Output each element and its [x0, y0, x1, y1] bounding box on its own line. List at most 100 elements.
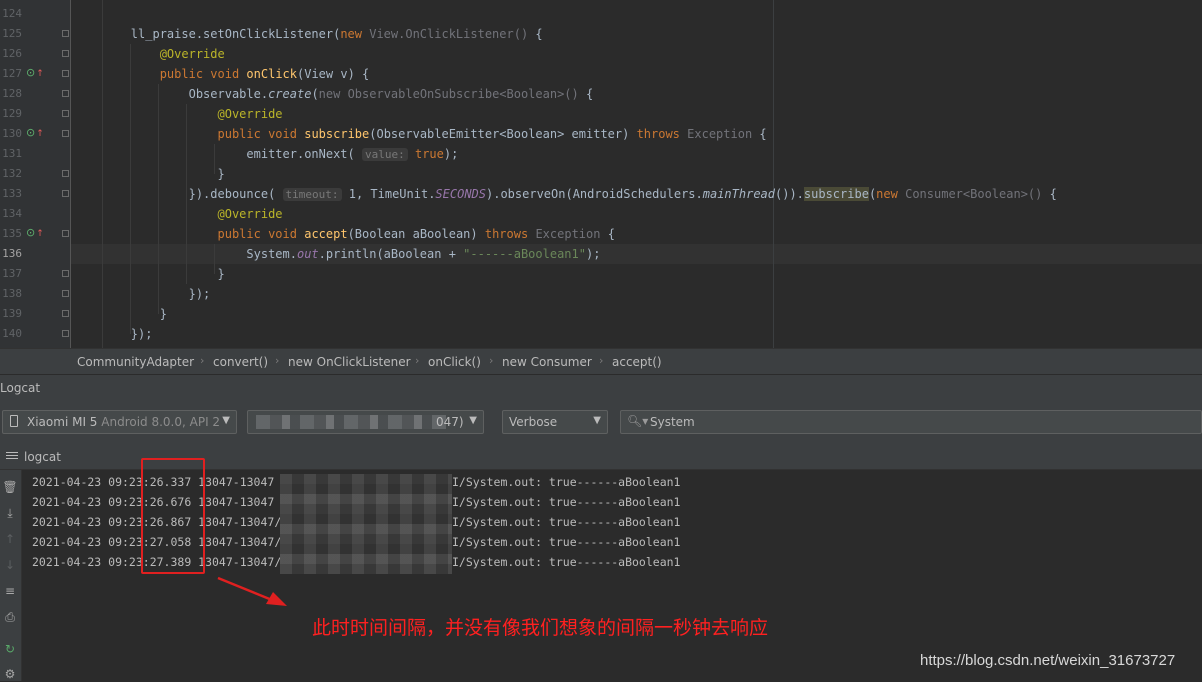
- search-input[interactable]: 🔍︎▾ System: [620, 410, 1202, 434]
- search-value: System: [650, 415, 695, 429]
- line-number-row: 139: [0, 304, 70, 324]
- code-line: public void onClick(View v) {: [159, 67, 370, 81]
- fold-icon[interactable]: [62, 50, 69, 57]
- line-number-row: 135 ⊙↑: [0, 224, 70, 244]
- device-detail: Android 8.0.0, API 2: [101, 415, 221, 429]
- fold-icon[interactable]: [62, 90, 69, 97]
- fold-icon[interactable]: [62, 270, 69, 277]
- settings-icon[interactable]: ⚙︎: [2, 666, 18, 682]
- log-level-select[interactable]: Verbose ▼: [502, 410, 608, 434]
- fold-icon[interactable]: [62, 190, 69, 197]
- fold-icon[interactable]: [62, 330, 69, 337]
- code-line: }).debounce( timeout: 1, TimeUnit.SECOND…: [73, 187, 1057, 201]
- redacted-process-name: [256, 415, 446, 429]
- breadcrumb-item[interactable]: onClick(): [428, 355, 481, 369]
- gutter-divider: [70, 0, 71, 348]
- right-margin-guide: [773, 0, 774, 348]
- logcat-toolbar: Xiaomi MI 5 Android 8.0.0, API 2 ▼ 047) …: [0, 400, 1202, 444]
- print-icon[interactable]: ⎙: [2, 609, 18, 625]
- device-name: Xiaomi MI 5: [27, 415, 98, 429]
- search-icon: 🔍︎▾: [627, 414, 649, 428]
- fold-icon[interactable]: [62, 110, 69, 117]
- line-number-row: 127 ⊙↑: [0, 64, 70, 84]
- line-number-row: 137: [0, 264, 70, 284]
- fold-icon[interactable]: [62, 230, 69, 237]
- breadcrumb-item[interactable]: convert(): [213, 355, 268, 369]
- breadcrumb-item[interactable]: CommunityAdapter: [77, 355, 194, 369]
- logcat-side-toolbar: 🗑︎ ⤓ ↑ ↓ ≡ ⎙ ↻ ⚙︎: [0, 470, 22, 681]
- code-line: }: [73, 307, 167, 321]
- device-select[interactable]: Xiaomi MI 5 Android 8.0.0, API 2 ▼: [2, 410, 237, 434]
- line-number-row: 133: [0, 184, 70, 204]
- override-icon[interactable]: ⊙↑: [26, 66, 44, 79]
- soft-wrap-icon[interactable]: ≡: [2, 583, 18, 599]
- line-number-row: 130 ⊙↑: [0, 124, 70, 144]
- code-line: }: [73, 267, 225, 281]
- line-number-row: 128: [0, 84, 70, 104]
- code-line: public void accept(Boolean aBoolean) thr…: [217, 227, 615, 241]
- line-number: 139: [2, 307, 22, 320]
- line-number: 133: [2, 187, 22, 200]
- code-line: @Override: [217, 107, 283, 121]
- line-number-row: 125: [0, 24, 70, 44]
- code-line: @Override: [217, 207, 283, 221]
- line-number: 129: [2, 107, 22, 120]
- code-line: }: [73, 167, 225, 181]
- fold-icon[interactable]: [62, 310, 69, 317]
- fold-icon[interactable]: [62, 130, 69, 137]
- line-number: 137: [2, 267, 22, 280]
- annotation-text: 此时时间间隔，并没有像我们想象的间隔一秒钟去响应: [312, 617, 769, 639]
- chevron-right-icon: ›: [415, 354, 420, 367]
- process-id: 047): [436, 415, 464, 429]
- line-number-row: 134: [0, 204, 70, 224]
- breadcrumb-item[interactable]: new Consumer: [502, 355, 592, 369]
- chevron-right-icon: ›: [489, 354, 494, 367]
- line-number: 131: [2, 147, 22, 160]
- code-line: System.out.println(aBoolean + "------aBo…: [73, 247, 601, 261]
- code-line: Observable.create(new ObservableOnSubscr…: [73, 87, 594, 101]
- panel-title: Logcat: [0, 381, 41, 395]
- line-number: 126: [2, 47, 22, 60]
- chevron-right-icon: ›: [275, 354, 280, 367]
- code-line: emitter.onNext( value: true);: [73, 147, 459, 161]
- process-select[interactable]: 047) ▼: [247, 410, 484, 434]
- line-number: 124: [2, 7, 22, 20]
- restart-icon[interactable]: ↻: [2, 641, 18, 657]
- line-number-row: 129: [0, 104, 70, 124]
- scroll-to-end-icon[interactable]: ⤓: [2, 505, 18, 521]
- code-line: @Override: [159, 47, 225, 61]
- breadcrumb-item[interactable]: new OnClickListener: [288, 355, 411, 369]
- trash-icon[interactable]: 🗑︎: [2, 479, 18, 495]
- line-number-row: 138: [0, 284, 70, 304]
- up-arrow-icon[interactable]: ↑: [2, 531, 18, 547]
- fold-icon[interactable]: [62, 70, 69, 77]
- log-line-message: I/System.out: true------aBoolean1: [452, 555, 681, 569]
- fold-icon[interactable]: [62, 290, 69, 297]
- line-number: 138: [2, 287, 22, 300]
- lines-icon: [6, 452, 18, 460]
- code-editor[interactable]: 124 125 126 127 ⊙↑ 128 129 130 ⊙↑ 131 132 133 134 135…: [0, 0, 1202, 348]
- line-number: 132: [2, 167, 22, 180]
- dropdown-arrow-icon: ▼: [593, 415, 601, 426]
- log-line-message: I/System.out: true------aBoolean1: [452, 495, 681, 509]
- log-line-message: I/System.out: true------aBoolean1: [452, 535, 681, 549]
- tab-logcat[interactable]: logcat: [24, 450, 61, 464]
- fold-icon[interactable]: [62, 30, 69, 37]
- log-line-message: I/System.out: true------aBoolean1: [452, 515, 681, 529]
- override-icon[interactable]: ⊙↑: [26, 226, 44, 239]
- chevron-right-icon: ›: [599, 354, 604, 367]
- line-number-row: 132: [0, 164, 70, 184]
- fold-icon[interactable]: [62, 170, 69, 177]
- line-number: 135: [2, 227, 22, 240]
- code-line: });: [73, 287, 211, 301]
- dropdown-arrow-icon: ▼: [469, 415, 477, 426]
- down-arrow-icon[interactable]: ↓: [2, 557, 18, 573]
- line-number: 140: [2, 327, 22, 340]
- line-number: 130: [2, 127, 22, 140]
- line-number-row: 131: [0, 144, 70, 164]
- line-number: 125: [2, 27, 22, 40]
- dropdown-arrow-icon: ▼: [222, 415, 230, 426]
- override-icon[interactable]: ⊙↑: [26, 126, 44, 139]
- logcat-panel-header: Logcat: [0, 374, 1202, 400]
- breadcrumb-item[interactable]: accept(): [612, 355, 662, 369]
